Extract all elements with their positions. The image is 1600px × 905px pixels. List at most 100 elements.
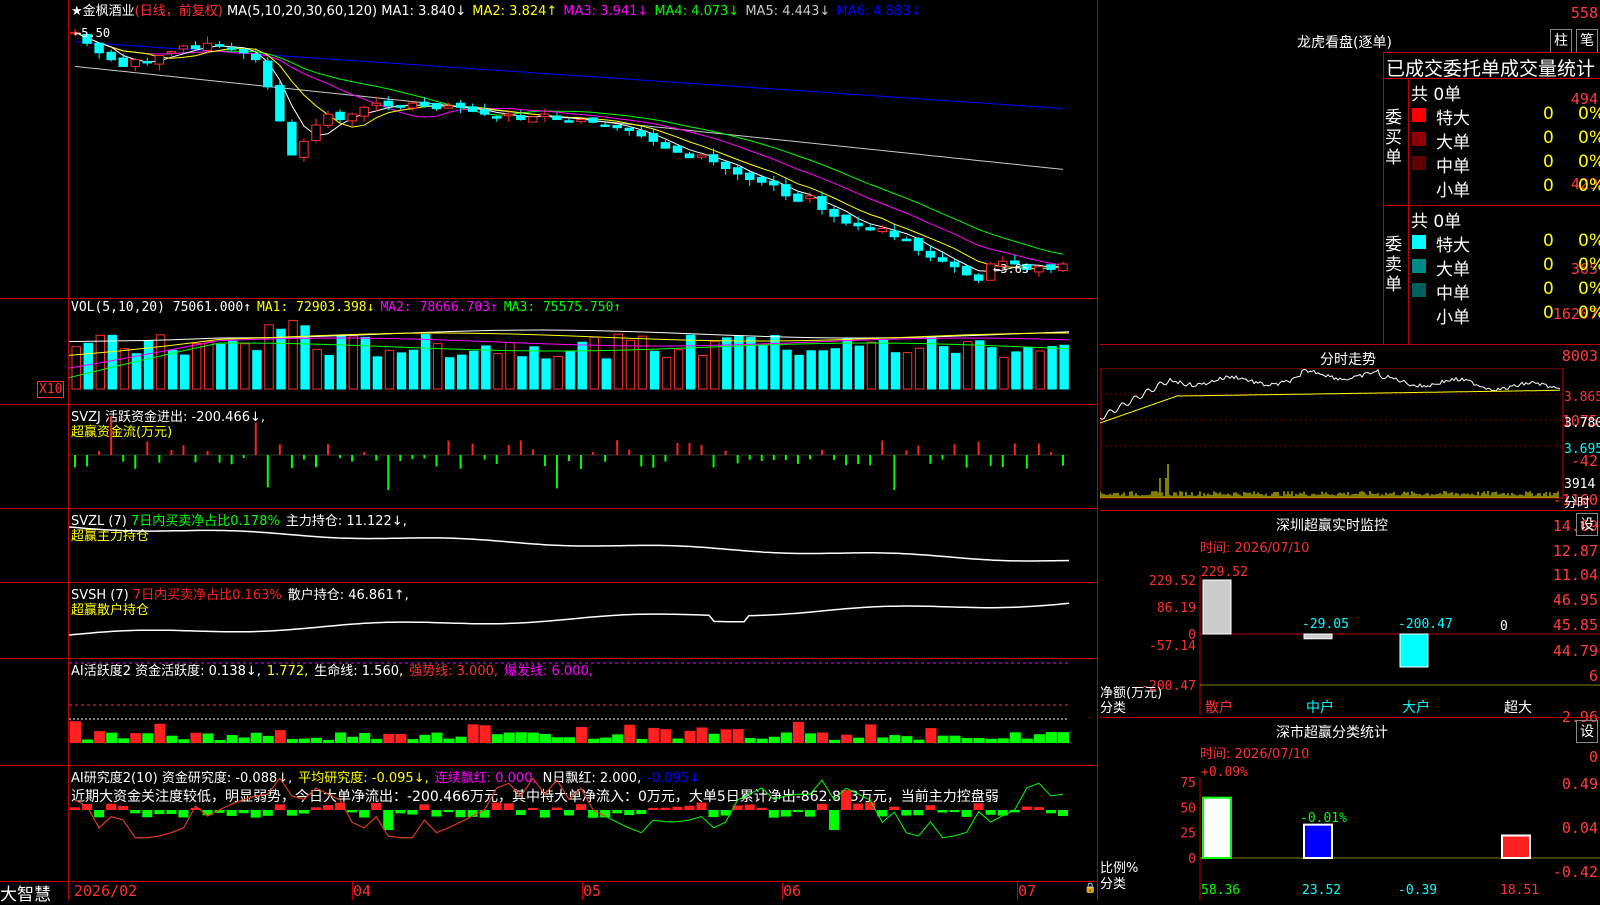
candle-body xyxy=(106,51,116,61)
research-bar xyxy=(889,806,900,810)
activity-bar xyxy=(238,737,250,743)
activity-bar xyxy=(997,738,1009,743)
candle-body xyxy=(166,50,177,54)
research-bar xyxy=(551,807,562,810)
date-tick xyxy=(352,881,353,900)
buy-count: 0 xyxy=(1543,176,1554,196)
lhb-title[interactable]: 龙虎看盘(逐单) xyxy=(1297,32,1392,52)
volume-bar xyxy=(854,345,865,390)
volume-bar xyxy=(529,346,539,390)
candle-body xyxy=(142,60,153,64)
volume-chart[interactable] xyxy=(69,299,1097,404)
candle-body xyxy=(684,153,695,159)
sell-percent: 0% xyxy=(1578,231,1600,251)
candle-body xyxy=(708,154,719,163)
candle-body xyxy=(275,84,285,122)
volume-bar xyxy=(204,340,214,390)
candle-body xyxy=(817,195,827,210)
tick-view-button[interactable]: 笔 xyxy=(1576,29,1598,53)
volume-bar xyxy=(107,334,118,390)
candle-body xyxy=(660,142,671,149)
candle-body xyxy=(202,42,213,51)
volume-bar xyxy=(987,347,997,390)
candle-body xyxy=(769,180,779,186)
classify-category-label: 分类 xyxy=(1100,877,1127,892)
volume-bar xyxy=(565,350,575,390)
high-price-label: ←5.50 xyxy=(74,26,111,40)
buy-type: 小单 xyxy=(1436,181,1470,201)
candle-body xyxy=(588,117,598,123)
buy-percent: 0% xyxy=(1578,152,1600,172)
activity-bar xyxy=(419,734,431,743)
activity-bar xyxy=(1045,732,1057,743)
activity-bar xyxy=(250,732,262,743)
buy-color-swatch xyxy=(1412,132,1426,146)
activity-bar xyxy=(865,724,877,743)
research-bar xyxy=(455,810,466,818)
research-bar xyxy=(576,804,587,810)
lock-icon[interactable]: 🔒 xyxy=(1084,883,1096,894)
research-bar xyxy=(250,810,261,818)
intraday-frame xyxy=(1100,344,1600,345)
date-label: 07 xyxy=(1018,882,1037,900)
activity-bar xyxy=(853,737,865,743)
research-bar xyxy=(684,805,695,810)
candle-body xyxy=(251,53,261,61)
candlestick-chart[interactable] xyxy=(69,16,1097,298)
ai-activity-chart[interactable] xyxy=(69,659,1097,765)
classify-tick: 75 xyxy=(1180,776,1196,791)
classify-title: 深市超赢分类统计 xyxy=(1276,725,1388,741)
research-bar xyxy=(1033,807,1044,810)
date-label: 04 xyxy=(353,882,372,900)
candle-body xyxy=(383,100,393,107)
candle-body xyxy=(287,121,297,156)
classify-frame xyxy=(1100,717,1600,718)
research-bar xyxy=(238,810,249,814)
activity-bar xyxy=(612,734,624,743)
activity-bar xyxy=(708,733,720,743)
sell-percent: 0% xyxy=(1578,255,1600,275)
activity-bar xyxy=(720,729,732,743)
classify-value: -0.39 xyxy=(1398,883,1437,898)
buy-percent: 0% xyxy=(1578,128,1600,148)
date-tick xyxy=(582,881,583,900)
research-bar xyxy=(696,802,707,810)
date-label: 05 xyxy=(583,882,602,900)
activity-bar xyxy=(431,732,443,743)
activity-bar xyxy=(636,738,648,743)
activity-bar xyxy=(274,730,286,743)
candle-body xyxy=(419,101,430,107)
bar-view-button[interactable]: 柱 xyxy=(1550,29,1572,53)
research-bar xyxy=(816,803,828,810)
classify-settings-button[interactable]: 设 xyxy=(1576,720,1598,743)
monitor-settings-button[interactable]: 设 xyxy=(1576,513,1598,536)
activity-bar xyxy=(94,731,106,743)
activity-bar xyxy=(395,734,407,743)
volume-bar xyxy=(1023,347,1033,390)
activity-bar xyxy=(913,739,925,743)
intraday-chart[interactable] xyxy=(1100,368,1564,508)
candle-body xyxy=(226,47,237,50)
volume-bar xyxy=(734,335,744,390)
volume-bar xyxy=(685,334,696,390)
svzl-chart[interactable] xyxy=(69,509,1097,582)
monitor-chart[interactable]: 229.52 86.19 0 -57.14 -200.47 229.52 散户 -29.05 中… xyxy=(1100,555,1600,717)
volume-bar xyxy=(830,348,840,390)
ai-research-chart[interactable] xyxy=(69,766,1097,881)
volume-bar xyxy=(673,349,684,390)
candle-body xyxy=(359,106,369,117)
intraday-title[interactable]: 分时走势 xyxy=(1320,349,1376,369)
research-bar xyxy=(443,810,454,813)
research-bar xyxy=(130,810,141,814)
sell-count: 0 xyxy=(1543,255,1554,275)
research-bar xyxy=(756,807,767,810)
candle-body xyxy=(528,116,538,123)
activity-bar xyxy=(684,730,696,743)
classify-change: +0.09% xyxy=(1201,765,1248,780)
svzj-chart[interactable] xyxy=(69,405,1097,508)
candle-body xyxy=(516,115,526,121)
candle-body xyxy=(973,274,984,281)
svsh-chart[interactable] xyxy=(69,583,1097,658)
classify-chart[interactable]: 755025058.36散户23.52中户-0.39大户18.51超大+0.09… xyxy=(1100,760,1600,900)
research-bar xyxy=(1057,810,1068,817)
